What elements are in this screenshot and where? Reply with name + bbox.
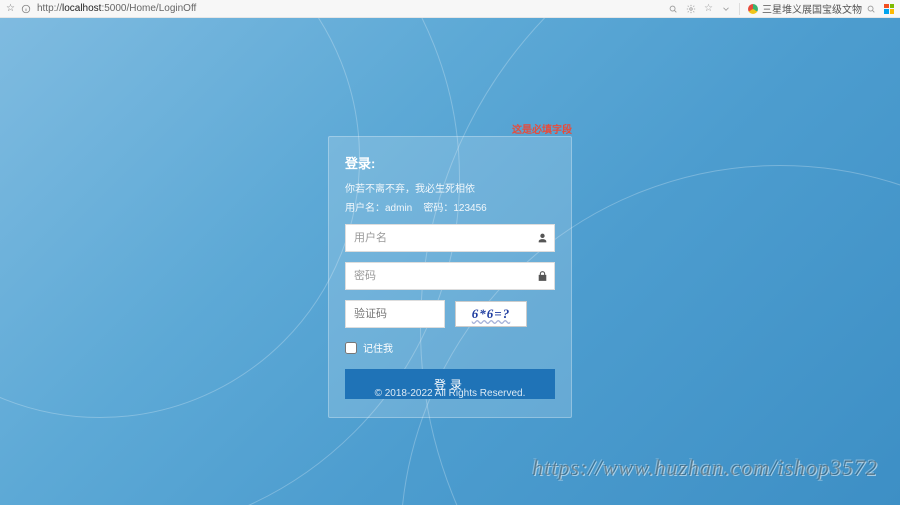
- search-icon: [866, 4, 876, 14]
- gear-icon[interactable]: [686, 4, 696, 14]
- password-field-wrap: [345, 262, 555, 290]
- info-icon[interactable]: [21, 4, 31, 14]
- captcha-input[interactable]: [345, 300, 445, 328]
- qihoo-icon: [748, 4, 758, 14]
- required-field-hint: 这是必填字段: [512, 121, 572, 136]
- bookmark-star-icon[interactable]: ☆: [6, 3, 15, 14]
- watermark-text: https://www.huzhan.com/ishop3572: [532, 455, 878, 481]
- username-input[interactable]: [345, 224, 555, 252]
- microsoft-icon[interactable]: [884, 4, 894, 14]
- footer-copyright: © 2018-2022 All Rights Reserved.: [0, 388, 900, 399]
- page-background: 这是必填字段 登录: 你若不离不弃，我必生死相依 用户名：admin 密码：12…: [0, 18, 900, 505]
- url-host: localhost: [62, 3, 101, 14]
- lock-icon: [536, 270, 549, 283]
- extension-pill[interactable]: 三星堆义展国宝级文物: [748, 1, 876, 16]
- remember-label: 记住我: [363, 340, 393, 355]
- captcha-field-wrap: [345, 300, 445, 328]
- chevron-down-icon[interactable]: [721, 4, 731, 14]
- panel-title: 登录:: [345, 153, 555, 172]
- remember-me[interactable]: 记住我: [345, 340, 555, 355]
- url-prefix: http://: [37, 3, 62, 14]
- panel-subtitle: 你若不离不弃，我必生死相依: [345, 180, 555, 195]
- address-bar[interactable]: http://localhost:5000/Home/LoginOff: [37, 3, 196, 14]
- extension-label: 三星堆义展国宝级文物: [762, 1, 862, 16]
- search-icon[interactable]: [668, 4, 678, 14]
- favorite-icon[interactable]: ☆: [704, 3, 713, 14]
- credentials-hint: 用户名：admin 密码：123456: [345, 199, 555, 214]
- username-field-wrap: [345, 224, 555, 252]
- login-panel: 登录: 你若不离不弃，我必生死相依 用户名：admin 密码：123456: [328, 136, 572, 418]
- user-icon: [536, 232, 549, 245]
- remember-checkbox[interactable]: [345, 342, 357, 354]
- browser-chrome: ☆ http://localhost:5000/Home/LoginOff ☆ …: [0, 0, 900, 18]
- password-input[interactable]: [345, 262, 555, 290]
- url-rest: :5000/Home/LoginOff: [101, 3, 196, 14]
- captcha-image[interactable]: 6*6=?: [455, 301, 527, 327]
